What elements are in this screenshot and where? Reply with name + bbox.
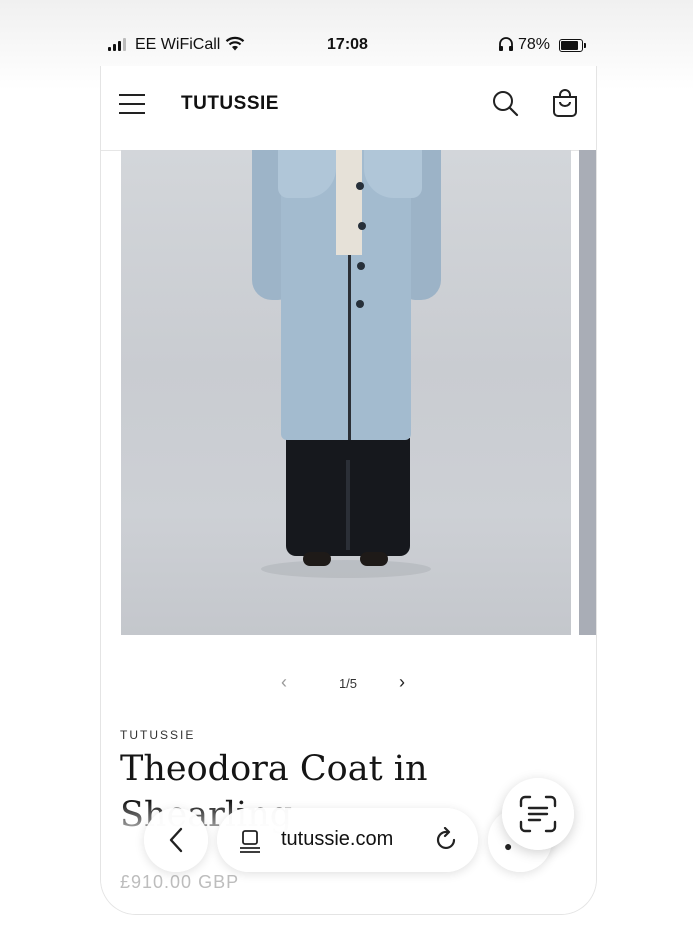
search-icon[interactable]: [491, 89, 521, 119]
battery-percentage: 78%: [518, 36, 551, 53]
product-vendor: TUTUSSIE: [120, 728, 196, 742]
product-price: £910.00 GBP: [120, 872, 240, 892]
site-header: TUTUSSIE: [101, 66, 596, 151]
address-bar[interactable]: tutussie.com: [217, 808, 478, 872]
next-image-preview[interactable]: [579, 150, 596, 635]
tabs-icon: [240, 830, 260, 853]
back-icon: [169, 827, 183, 853]
url-text[interactable]: tutussie.com: [281, 828, 393, 851]
more-icon: ●: [504, 838, 513, 854]
battery-icon: [559, 39, 586, 52]
cart-icon[interactable]: [551, 88, 579, 118]
text-scan-button[interactable]: [502, 778, 574, 850]
site-logo[interactable]: TUTUSSIE: [181, 93, 279, 115]
next-image-button[interactable]: ›: [399, 672, 405, 693]
image-counter: 1/5: [338, 676, 358, 691]
status-bar: EE WiFiCall 17:08 78%: [100, 30, 595, 60]
menu-icon[interactable]: [119, 92, 145, 114]
previous-image-button[interactable]: ‹: [281, 672, 287, 693]
headphones-icon: [499, 37, 513, 51]
text-scan-icon: [519, 795, 557, 833]
gallery-pager: ‹ 1/5 ›: [101, 672, 596, 696]
product-image[interactable]: [121, 150, 571, 635]
reload-icon[interactable]: [435, 827, 459, 853]
back-button[interactable]: [144, 808, 208, 872]
